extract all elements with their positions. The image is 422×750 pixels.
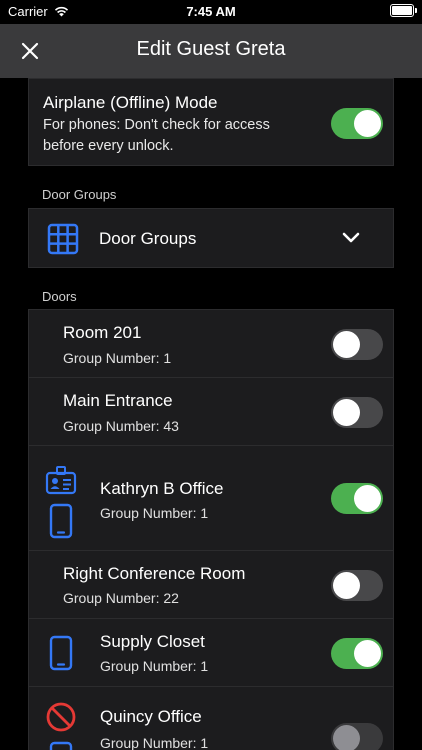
door-groups-section-label: Door Groups [42, 187, 117, 202]
airplane-mode-toggle[interactable] [331, 108, 383, 139]
battery-icon [390, 4, 417, 17]
airplane-mode-description-2: before every unlock. [43, 138, 174, 154]
door-name: Kathryn B Office [100, 479, 224, 498]
phone-icon [49, 503, 73, 539]
door-group-number: Group Number: 1 [100, 505, 209, 521]
door-group-number: Group Number: 43 [63, 418, 179, 434]
chevron-down-icon[interactable] [341, 231, 361, 245]
door-name: Room 201 [63, 323, 142, 342]
door-group-number: Group Number: 1 [100, 735, 209, 750]
status-time: 7:45 AM [186, 4, 236, 19]
airplane-mode-card: Airplane (Offline) Mode For phones: Don'… [28, 78, 394, 166]
door-name: Quincy Office [100, 707, 202, 726]
navigation-bar: Edit Guest Greta [0, 24, 422, 78]
door-row-kathryn-b-office: Kathryn B Office Group Number: 1 [29, 446, 393, 551]
door-row-room-201: Room 201 Group Number: 1 [29, 310, 393, 378]
door-toggle[interactable] [331, 723, 383, 750]
edit-guest-form[interactable]: Airplane (Offline) Mode For phones: Don'… [0, 78, 422, 750]
airplane-mode-title: Airplane (Offline) Mode [43, 93, 218, 112]
door-toggle[interactable] [331, 638, 383, 669]
door-groups-select[interactable]: Door Groups [28, 208, 394, 268]
door-group-number: Group Number: 1 [63, 350, 172, 366]
door-row-right-conference-room: Right Conference Room Group Number: 22 [29, 551, 393, 619]
door-group-number: Group Number: 1 [100, 658, 209, 674]
door-row-supply-closet: Supply Closet Group Number: 1 [29, 619, 393, 687]
door-row-quincy-office: Quincy Office Group Number: 1 [29, 687, 393, 750]
grid-icon [47, 223, 79, 255]
no-access-icon [46, 702, 76, 732]
door-toggle[interactable] [331, 397, 383, 428]
door-groups-select-label: Door Groups [99, 229, 197, 248]
doors-list: Room 201 Group Number: 1 Main Entrance G… [28, 309, 394, 750]
page-title: Edit Guest Greta [136, 38, 286, 60]
airplane-mode-description-1: For phones: Don't check for access [43, 117, 270, 133]
phone-icon [49, 635, 73, 671]
status-bar: Carrier 7:45 AM [0, 0, 422, 24]
door-toggle[interactable] [331, 570, 383, 601]
door-name: Supply Closet [100, 632, 205, 651]
door-row-main-entrance: Main Entrance Group Number: 43 [29, 378, 393, 446]
door-toggle[interactable] [331, 329, 383, 360]
door-group-number: Group Number: 22 [63, 590, 179, 606]
phone-icon [49, 741, 73, 750]
badge-icon [45, 466, 77, 495]
door-toggle[interactable] [331, 483, 383, 514]
doors-section-label: Doors [42, 289, 77, 304]
door-name: Main Entrance [63, 391, 173, 410]
door-name: Right Conference Room [63, 564, 246, 583]
